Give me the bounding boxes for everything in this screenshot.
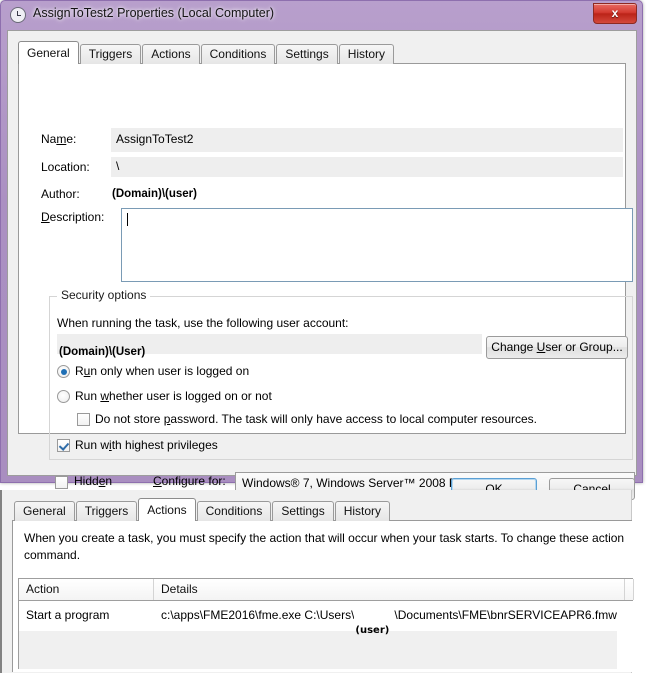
actions-tab-actions[interactable]: Actions <box>138 498 196 521</box>
actions-tabstrip: General Triggers Actions Conditions Sett… <box>14 498 391 521</box>
checkbox-run-with-highest-privileges[interactable] <box>57 439 70 452</box>
user-account-value: (Domain)\(User) <box>59 346 146 358</box>
description-label: Description: <box>41 210 105 224</box>
clock-icon <box>10 7 26 23</box>
radio-run-whether-logged-on-or-not[interactable] <box>57 390 70 403</box>
actions-description: When you create a task, you must specify… <box>24 530 634 564</box>
description-input[interactable] <box>121 208 633 282</box>
name-label: Name: <box>41 132 77 146</box>
tab-settings[interactable]: Settings <box>276 44 338 64</box>
location-label: Location: <box>41 160 90 174</box>
properties-client-area: General Triggers Actions Conditions Sett… <box>7 30 637 500</box>
checkbox-hidden[interactable] <box>55 476 68 489</box>
general-tab-page: Name: AssignToTest2 Location: \ Author: … <box>18 63 635 494</box>
cell-action: Start a program <box>26 608 110 622</box>
radio-run-only-when-logged-on[interactable] <box>57 365 70 378</box>
column-header-spacer <box>625 579 634 600</box>
redacted-username-label: (user) <box>355 625 390 636</box>
checkbox-hidden-label: Hidden <box>74 474 113 488</box>
window-title: AssignToTest2 Properties (Local Computer… <box>33 6 275 20</box>
radio-run-whether-logged-on-or-not-label: Run whether user is logged on or not <box>75 389 272 403</box>
actions-tab-history[interactable]: History <box>334 501 391 521</box>
text-caret <box>127 213 128 226</box>
author-label: Author: <box>41 187 80 201</box>
table-row[interactable]: Start a program c:\apps\FME2016\fme.exe … <box>19 601 634 636</box>
tab-history[interactable]: History <box>338 44 395 64</box>
details-prefix: c:\apps\FME2016\fme.exe C:\Users\ <box>161 608 355 622</box>
actions-tab-triggers[interactable]: Triggers <box>75 501 138 521</box>
change-user-or-group-button[interactable]: Change User or Group... <box>486 336 628 359</box>
checkbox-do-not-store-password[interactable] <box>77 413 90 426</box>
location-field: \ <box>111 157 623 177</box>
actions-tab-window: General Triggers Actions Conditions Sett… <box>0 490 634 673</box>
properties-tabstrip: General Triggers Actions Conditions Sett… <box>18 41 395 64</box>
task-properties-window: AssignToTest2 Properties (Local Computer… <box>0 0 643 500</box>
tab-general[interactable]: General <box>18 41 79 64</box>
configure-for-label: Configure for: <box>153 474 226 488</box>
cell-details: c:\apps\FME2016\fme.exe C:\Users\ (user) \… <box>154 601 634 636</box>
actions-table: Action Details Start a program c:\apps\F… <box>18 578 634 636</box>
close-button[interactable]: x <box>593 3 637 24</box>
tab-conditions[interactable]: Conditions <box>200 44 276 64</box>
checkbox-run-with-highest-privileges-label: Run with highest privileges <box>75 438 218 452</box>
title-bar[interactable]: AssignToTest2 Properties (Local Computer… <box>1 1 642 30</box>
radio-run-only-when-logged-on-label: Run only when user is logged on <box>75 364 250 378</box>
actions-tab-conditions[interactable]: Conditions <box>196 501 272 521</box>
actions-tab-settings[interactable]: Settings <box>272 501 334 521</box>
security-options-legend: Security options <box>57 288 151 302</box>
actions-description-line-1: When you create a task, you must specify… <box>24 531 625 545</box>
actions-tab-general[interactable]: General <box>14 501 75 521</box>
tab-triggers[interactable]: Triggers <box>79 44 142 64</box>
name-field[interactable]: AssignToTest2 <box>111 128 623 152</box>
checkbox-do-not-store-password-label: Do not store password. The task will onl… <box>95 412 537 426</box>
configure-for-value: Windows® 7, Windows Server™ 2008 R2 <box>242 476 465 490</box>
details-suffix: \Documents\FME\bnrSERVICEAPR6.fmw <box>394 608 617 622</box>
column-header-details[interactable]: Details <box>154 579 625 600</box>
actions-table-header: Action Details <box>19 579 634 601</box>
tab-actions[interactable]: Actions <box>142 44 200 64</box>
actions-description-line-2: command. <box>24 548 81 562</box>
actions-list-background <box>18 629 617 669</box>
security-prompt: When running the task, use the following… <box>57 316 349 330</box>
column-header-action[interactable]: Action <box>19 579 154 600</box>
author-value: (Domain)\(user) <box>112 188 197 200</box>
